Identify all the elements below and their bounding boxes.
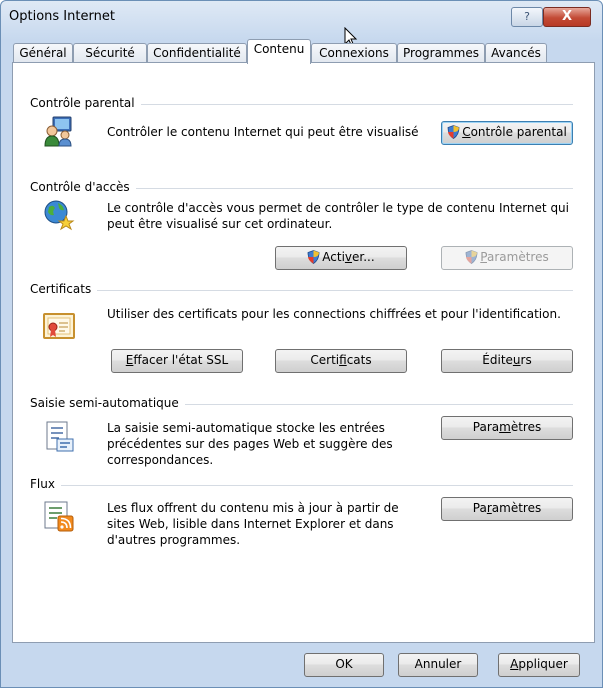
autocomplete-form-icon: [46, 421, 74, 452]
autocomplete-settings-button[interactable]: Paramètres: [441, 416, 573, 440]
access-settings-button[interactable]: Paramètres: [441, 246, 573, 270]
publishers-accesskey: u: [512, 353, 521, 367]
certificate-icon: [43, 313, 75, 339]
certificates-description: Utiliser des certificats pour les connec…: [107, 307, 561, 321]
autocomplete-settings-label-b: ètres: [510, 420, 542, 434]
uac-shield-icon: [465, 250, 478, 264]
certificates-button[interactable]: Certificats: [275, 349, 407, 373]
activate-label-b: er...: [352, 250, 375, 264]
ok-button[interactable]: OK: [304, 653, 384, 677]
title-bar[interactable]: Options Internet ? X: [1, 1, 602, 48]
apply-button[interactable]: Appliquer: [498, 653, 580, 677]
certificates-accesskey: f: [339, 353, 347, 367]
access-settings-accesskey: P: [480, 250, 487, 264]
parental-control-button[interactable]: Contrôle parental: [441, 121, 573, 145]
parental-button-accesskey: C: [462, 125, 471, 139]
close-button[interactable]: X: [543, 7, 591, 27]
cancel-button[interactable]: Annuler: [398, 653, 478, 677]
feeds-group-title: Flux: [30, 477, 61, 491]
publishers-button[interactable]: Éditeurs: [441, 349, 573, 373]
autocomplete-description: La saisie semi-automatique stocke les en…: [107, 421, 393, 467]
tab-avances[interactable]: Avancés: [485, 43, 547, 63]
feeds-settings-label-b: amètres: [491, 501, 542, 515]
tab-connexions[interactable]: Connexions: [311, 43, 397, 63]
tab-confidentialite[interactable]: Confidentialité: [147, 43, 247, 63]
certificates-label-b: icats: [346, 353, 372, 367]
tab-contenu[interactable]: Contenu: [247, 39, 311, 64]
feeds-settings-label-a: Pa: [472, 501, 487, 515]
apply-label-b: ppliquer: [518, 657, 568, 671]
tab-programmes[interactable]: Programmes: [397, 43, 485, 63]
certificates-label-a: Certi: [310, 353, 340, 367]
parental-group-title: Contrôle parental: [30, 96, 141, 110]
access-settings-label-b: aramètres: [486, 250, 549, 264]
parental-users-icon: [44, 116, 72, 147]
autocomplete-group-title: Saisie semi-automatique: [30, 396, 185, 410]
content-panel: Contrôle parental Contrôler le contenu I…: [12, 62, 595, 643]
options-internet-dialog: Options Internet ? X Général Sécurité Co…: [0, 0, 603, 688]
clear-ssl-button[interactable]: Effacer l'état SSL: [111, 349, 243, 373]
certificates-divider: [33, 290, 573, 291]
access-description: Le contrôle d'accès vous permet de contr…: [107, 201, 569, 231]
tab-general[interactable]: Général: [13, 43, 73, 63]
parental-button-label-b: ontrôle parental: [470, 125, 567, 139]
uac-shield-icon: [447, 125, 460, 139]
uac-shield-icon: [307, 250, 320, 264]
feeds-divider: [33, 485, 573, 486]
publishers-label-b: rs: [520, 353, 532, 367]
parental-description: Contrôler le contenu Internet qui peut ê…: [107, 125, 419, 139]
access-group-title: Contrôle d'accès: [30, 180, 136, 194]
feeds-description: Les flux offrent du contenu mis à jour à…: [107, 501, 399, 547]
activate-accesskey: v: [344, 250, 353, 264]
feeds-settings-button[interactable]: Paramètres: [441, 497, 573, 521]
window-title: Options Internet: [9, 9, 115, 24]
tab-securite[interactable]: Sécurité: [73, 43, 147, 63]
activate-button[interactable]: Activer...: [275, 246, 407, 270]
certificates-group-title: Certificats: [30, 282, 98, 296]
activate-label-a: Acti: [322, 250, 345, 264]
feeds-rss-icon: [44, 501, 74, 532]
publishers-label-a: Édite: [482, 353, 513, 367]
clear-ssl-label-b: ffacer l'état SSL: [133, 353, 229, 367]
globe-star-icon: [44, 200, 75, 231]
help-button[interactable]: ?: [511, 7, 543, 27]
autocomplete-settings-label-a: Para: [472, 420, 500, 434]
autocomplete-settings-accesskey: m: [499, 420, 511, 434]
